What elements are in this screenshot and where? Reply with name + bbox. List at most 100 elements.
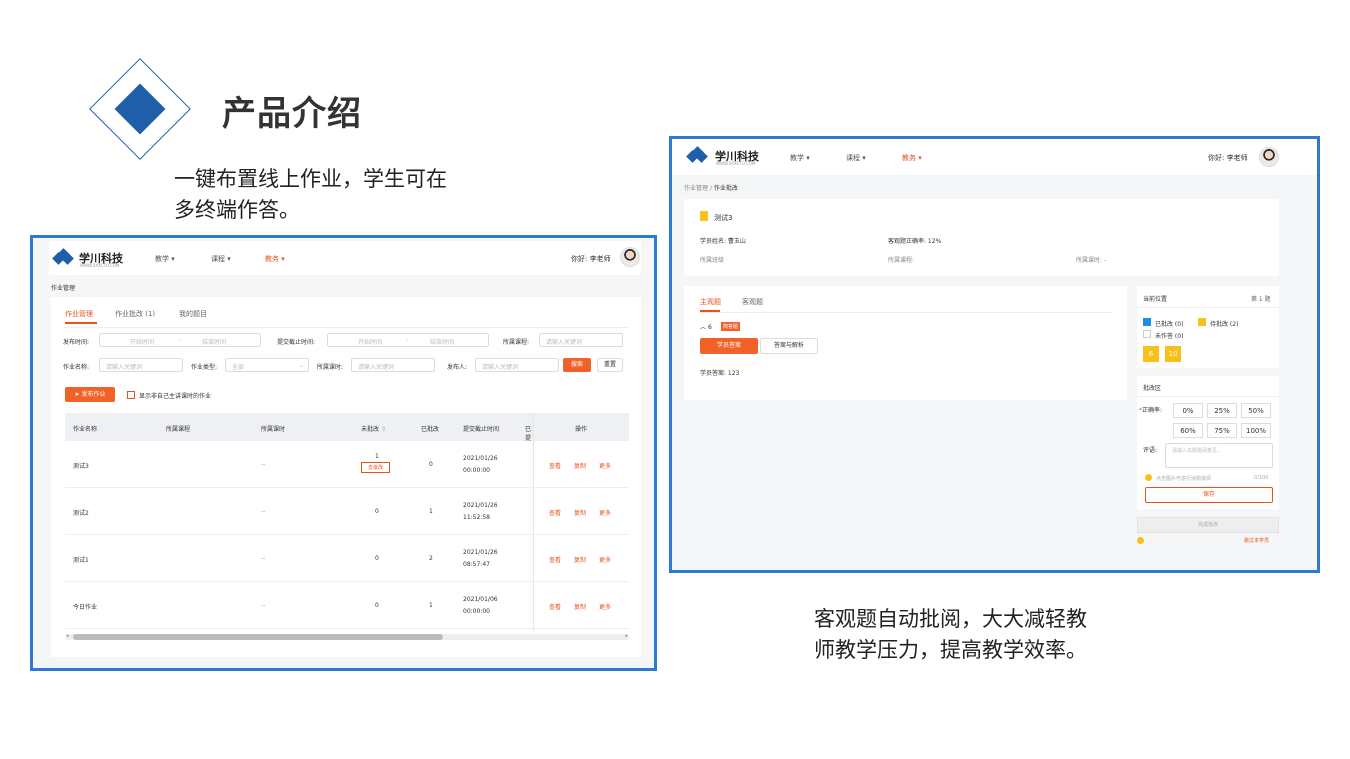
tab-my-questions[interactable]: 我的题目	[179, 309, 207, 319]
avatar[interactable]	[620, 247, 640, 267]
scroll-right-arrow-icon[interactable]: ▸	[625, 633, 628, 639]
pct-option-60[interactable]: 60%	[1173, 423, 1203, 438]
deadline-end-placeholder: 结束时间	[430, 339, 455, 346]
help-icon	[1137, 537, 1144, 544]
publish-homework-button[interactable]: ➤ 发布作业	[65, 387, 115, 402]
skip-student-link[interactable]: 跳过本学员	[1244, 537, 1269, 544]
greeting: 你好: 李老师	[1208, 154, 1248, 162]
content-panel: 作业管理 作业批改 (1) 我的题目 发布时间: 开始时间 - 结束时间 提交截…	[51, 297, 641, 657]
col-course: 所属课程	[166, 426, 191, 433]
question-nav-10[interactable]: 10	[1165, 346, 1181, 362]
sort-icon: ⇕	[380, 426, 386, 433]
row-ungraded: 0	[375, 555, 379, 562]
course-filter-label: 所属课程:	[503, 339, 530, 346]
document-icon	[700, 211, 708, 221]
question-nav-6[interactable]: 6	[1143, 346, 1159, 362]
caption-right: 客观题自动批阅，大大减轻教 师教学压力，提高教学效率。	[814, 604, 1087, 666]
view-link[interactable]: 查看	[549, 461, 561, 470]
tab-subjective[interactable]: 主观题	[700, 297, 721, 307]
collapse-icon: ︿	[700, 324, 707, 331]
more-link[interactable]: 更多	[599, 461, 611, 470]
pct-option-75[interactable]: 75%	[1207, 423, 1237, 438]
row-graded: 0	[429, 461, 433, 468]
publisher-filter-input[interactable]: 请输入关键词	[475, 358, 559, 372]
row-time: 00:00:00	[463, 467, 490, 474]
course-filter-input[interactable]: 请输入关键词	[539, 333, 623, 347]
scrollbar-thumb[interactable]	[73, 634, 443, 640]
pct-option-100[interactable]: 100%	[1241, 423, 1271, 438]
nav-teaching[interactable]: 教学 ▾	[790, 153, 810, 163]
more-link[interactable]: 更多	[599, 555, 611, 564]
comment-textarea[interactable]: 请输入本题批阅意见...	[1165, 443, 1273, 468]
submit-deadline-range[interactable]: 开始时间 - 结束时间	[327, 333, 489, 347]
nav-course[interactable]: 课程 ▾	[211, 254, 231, 264]
tab-homework-grading[interactable]: 作业批改 (1)	[115, 309, 155, 319]
row-name: 测试3	[73, 463, 89, 470]
avatar[interactable]	[1259, 147, 1279, 167]
deadline-start-placeholder: 开始时间	[358, 339, 383, 346]
copy-link[interactable]: 复制	[574, 461, 586, 470]
publish-time-range[interactable]: 开始时间 - 结束时间	[99, 333, 261, 347]
pct-option-25[interactable]: 25%	[1207, 403, 1237, 418]
greeting: 你好: 李老师	[571, 255, 611, 263]
row-date: 2021/01/26	[463, 549, 498, 556]
question-number[interactable]: ︿ 6	[700, 322, 712, 331]
divider	[63, 327, 629, 328]
name-filter-label: 作业名称:	[63, 364, 90, 371]
table-row: 测试1 -- 0 2 2021/01/26 08:57:47 查看 复制 更多	[65, 535, 629, 582]
lesson-filter-label: 所属课时:	[317, 364, 344, 371]
tab-objective[interactable]: 客观题	[742, 297, 763, 307]
copy-link[interactable]: 复制	[574, 508, 586, 517]
nav-admin[interactable]: 教务 ▾	[265, 254, 285, 264]
save-button[interactable]: 保存	[1145, 487, 1273, 503]
row-lesson: --	[261, 508, 266, 515]
nav-admin[interactable]: 教务 ▾	[902, 153, 922, 163]
row-lesson: --	[261, 602, 266, 609]
row-ungraded: 0	[375, 508, 379, 515]
tab-homework-management[interactable]: 作业管理	[65, 309, 93, 319]
homework-title: 测试3	[714, 214, 733, 222]
view-link[interactable]: 查看	[549, 555, 561, 564]
table-row: 测试3 -- 1 去批改 0 2021/01/26 00:00:00 查看 复制…	[65, 441, 629, 488]
col-ungraded: 未批改 ⇕	[361, 426, 386, 433]
more-link[interactable]: 更多	[599, 602, 611, 611]
show-only-checkbox[interactable]	[127, 391, 135, 399]
table-header: 作业名称 所属课程 所属课时 未批改 ⇕ 已批改 提交截止时间 已提 操作	[65, 413, 629, 442]
reset-button[interactable]: 重置	[597, 358, 623, 372]
nav-course[interactable]: 课程 ▾	[846, 153, 866, 163]
student-answer-tab[interactable]: 学员答案	[700, 338, 758, 354]
show-only-label: 显示非自己主讲课时的作业	[139, 393, 212, 400]
answer-analysis-tab[interactable]: 答案与解析	[760, 338, 818, 354]
horizontal-scrollbar[interactable]: ◂ ▸	[65, 633, 629, 640]
class-label: 所属班级	[700, 257, 725, 264]
upload-hint: 点击图片可进行涂鸦批阅	[1156, 476, 1212, 482]
finish-grading-button[interactable]: 完成批改	[1137, 517, 1279, 533]
publish-start-placeholder: 开始时间	[130, 339, 155, 346]
copy-link[interactable]: 复制	[574, 602, 586, 611]
info-icon	[1145, 474, 1152, 481]
brand-logo-icon	[686, 146, 708, 167]
view-link[interactable]: 查看	[549, 508, 561, 517]
search-button[interactable]: 搜索	[563, 358, 591, 372]
pct-option-0[interactable]: 0%	[1173, 403, 1203, 418]
name-filter-input[interactable]: 请输入关键词	[99, 358, 183, 372]
send-icon: ➤	[74, 391, 80, 398]
row-date: 2021/01/06	[463, 596, 498, 603]
view-link[interactable]: 查看	[549, 602, 561, 611]
row-ungraded: 0	[375, 602, 379, 609]
caption-right-line2: 师教学压力，提高教学效率。	[814, 638, 1087, 662]
more-link[interactable]: 更多	[599, 508, 611, 517]
homework-grading-screenshot: 学川科技 WWW.XXXCTO.COM 教学 ▾ 课程 ▾ 教务 ▾ 你好: 李…	[669, 136, 1320, 573]
lesson-filter-input[interactable]: 请输入关键词	[351, 358, 435, 372]
scroll-left-arrow-icon[interactable]: ◂	[66, 633, 69, 639]
pct-option-50[interactable]: 50%	[1241, 403, 1271, 418]
row-name: 今日作业	[73, 604, 98, 611]
top-nav-bar: 学川科技 WWW.XXXCTO.COM 教学 ▾ 课程 ▾ 教务 ▾ 你好: 李…	[49, 241, 641, 275]
question-type-badge: 简答题	[721, 322, 741, 331]
type-filter-select[interactable]: 全部 ⌄	[225, 358, 309, 372]
nav-teaching[interactable]: 教学 ▾	[155, 254, 175, 264]
top-nav-bar: 学川科技 WWW.XXXCTO.COM 教学 ▾ 课程 ▾ 教务 ▾ 你好: 李…	[672, 139, 1317, 175]
go-grade-button[interactable]: 去批改	[361, 462, 391, 473]
copy-link[interactable]: 复制	[574, 555, 586, 564]
unanswered-legend-swatch	[1143, 330, 1151, 338]
